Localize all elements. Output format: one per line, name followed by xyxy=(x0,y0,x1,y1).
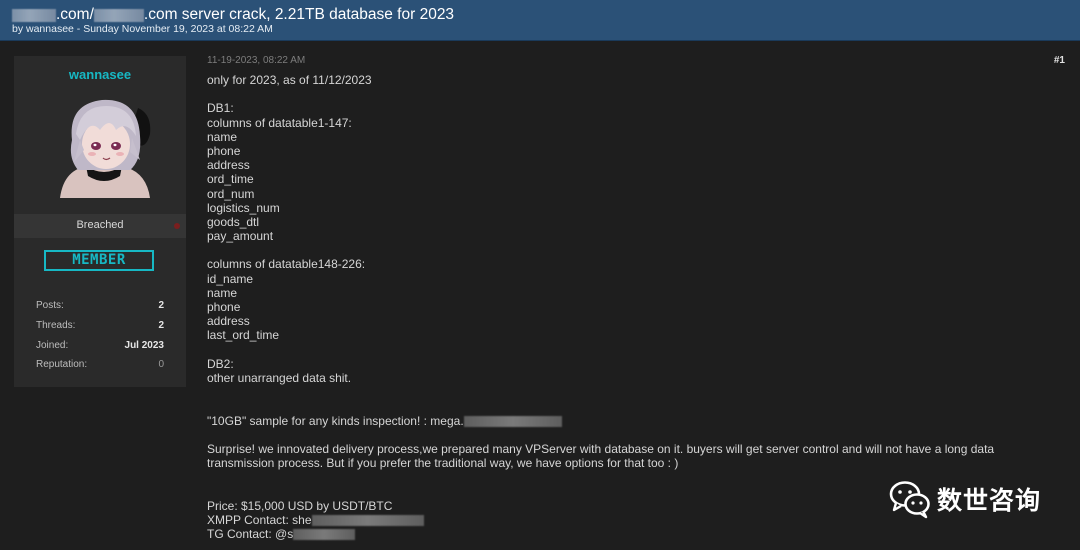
post-line: DB1: xyxy=(207,101,234,116)
watermark: 数世咨询 xyxy=(889,479,1041,519)
post-permalink[interactable]: #1 xyxy=(1054,55,1065,66)
stat-value: Jul 2023 xyxy=(124,340,164,351)
post-line: columns of datatable148-226: xyxy=(207,257,366,272)
redacted-contact xyxy=(293,529,356,541)
author-rank-bar: Breached xyxy=(14,214,186,238)
redacted-contact xyxy=(311,515,424,527)
member-badge: MEMBER xyxy=(44,250,154,271)
column-name: name xyxy=(207,285,238,300)
column-name: address xyxy=(207,314,250,329)
author-sidebar: wannasee Breached MEMBER Posts: 2 Thread… xyxy=(14,56,186,387)
column-name: logistics_num xyxy=(207,200,280,215)
column-name: address xyxy=(207,158,250,173)
stat-row-threads: Threads: 2 xyxy=(36,320,164,334)
stat-row-posts: Posts: 2 xyxy=(36,300,164,314)
wechat-icon xyxy=(889,481,930,519)
author-username[interactable]: wannasee xyxy=(14,67,186,82)
stat-label: Joined: xyxy=(36,340,69,351)
redacted-link[interactable] xyxy=(463,415,562,427)
post-line: other unarranged data shit. xyxy=(207,370,352,385)
stat-label: Posts: xyxy=(36,300,64,311)
thread-title-part2: .com server crack, 2.21TB database for 2… xyxy=(143,6,455,23)
column-name: ord_num xyxy=(207,186,255,201)
post-body: only for 2023, as of 11/12/2023 DB1: col… xyxy=(207,73,1067,541)
stat-value[interactable]: 2 xyxy=(158,300,164,311)
tg-contact-line: TG Contact: @s xyxy=(207,527,1067,541)
column-name: goods_dtl xyxy=(207,214,260,229)
column-name: phone xyxy=(207,143,241,158)
stat-value[interactable]: 2 xyxy=(158,320,164,331)
xmpp-contact-text: XMPP Contact: she xyxy=(207,512,312,527)
stat-label: Threads: xyxy=(36,320,76,331)
thread-byline: by wannasee - Sunday November 19, 2023 a… xyxy=(12,23,273,35)
thread-title[interactable]: .com/ .com server crack, 2.21TB database… xyxy=(12,5,454,25)
stat-row-joined: Joined: Jul 2023 xyxy=(36,340,164,354)
forum-thread-page: .com/ .com server crack, 2.21TB database… xyxy=(0,0,1080,550)
watermark-text: 数世咨询 xyxy=(937,486,1042,515)
sample-text: "10GB" sample for any kinds inspection! … xyxy=(207,413,464,428)
post-line: only for 2023, as of 11/12/2023 xyxy=(207,73,372,87)
column-name: name xyxy=(207,129,238,144)
offline-status-icon xyxy=(174,223,180,229)
redacted-domain xyxy=(93,8,144,22)
avatar-image xyxy=(50,90,158,198)
thread-header: .com/ .com server crack, 2.21TB database… xyxy=(0,0,1080,41)
column-name: ord_time xyxy=(207,172,254,187)
sample-line: "10GB" sample for any kinds inspection! … xyxy=(207,414,1067,428)
post-line: columns of datatable1-147: xyxy=(207,115,352,130)
column-name: pay_amount xyxy=(207,229,274,244)
surprise-paragraph: Surprise! we innovated delivery process,… xyxy=(207,441,995,471)
thread-title-part1: .com/ xyxy=(56,6,94,23)
stat-label: Reputation: xyxy=(36,359,88,370)
post-date: 11-19-2023, 08:22 AM xyxy=(207,55,306,66)
stat-row-reputation: Reputation: 0 xyxy=(36,359,164,373)
post-line: DB2: xyxy=(207,356,234,371)
redacted-domain xyxy=(12,8,56,22)
column-name: last_ord_time xyxy=(207,328,280,343)
column-name: id_name xyxy=(207,271,254,286)
tg-contact-text: TG Contact: @s xyxy=(207,527,294,542)
stat-value[interactable]: 0 xyxy=(158,359,164,370)
author-rank: Breached xyxy=(76,219,124,231)
author-avatar[interactable] xyxy=(50,90,158,198)
column-name: phone xyxy=(207,300,241,314)
